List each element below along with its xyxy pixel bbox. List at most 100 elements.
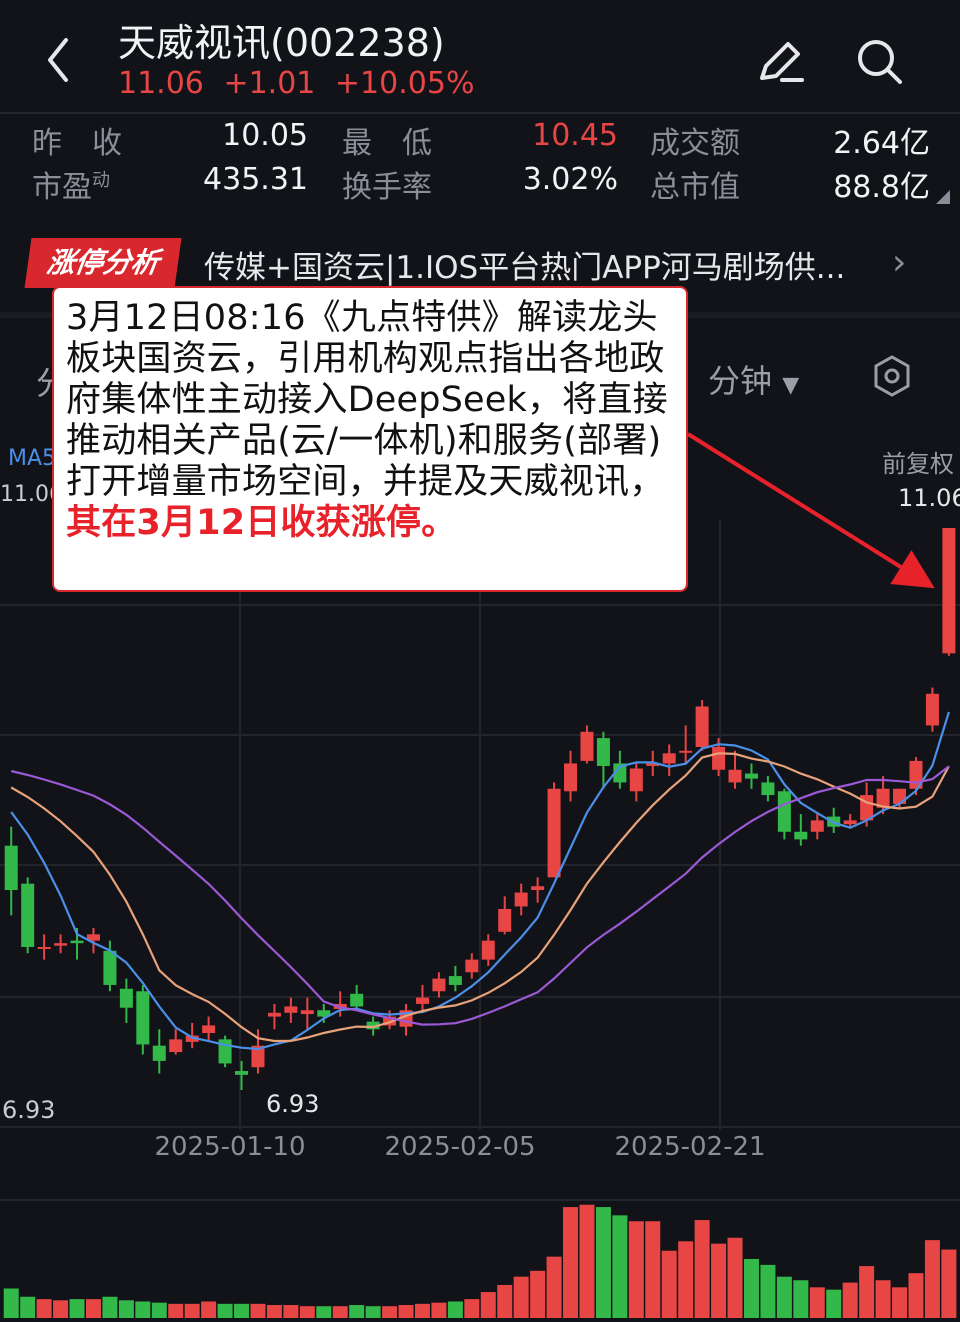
candle-body: [547, 788, 561, 878]
turnover-rate-value: 3.02%: [522, 162, 618, 197]
app-header: 天威视讯(002238) 11.06 +1.01 +10.05%: [0, 0, 960, 112]
volume-chart[interactable]: [0, 1160, 960, 1322]
candle-body: [629, 768, 643, 792]
candle-body: [136, 991, 150, 1045]
annotation-highlight: 其在3月12日收获涨停。: [66, 503, 457, 543]
volume-bar: [431, 1302, 447, 1318]
volume-bar: [711, 1243, 727, 1318]
volume-bar: [497, 1284, 513, 1318]
volume-bars: [3, 1204, 957, 1318]
volume-bar: [102, 1296, 118, 1318]
low-label: 最 低: [342, 126, 432, 161]
volume-bar: [941, 1249, 957, 1318]
volume-bar: [53, 1300, 69, 1318]
volume-bar: [628, 1221, 644, 1318]
candle-body: [284, 1006, 298, 1013]
candle-body: [54, 943, 68, 946]
minute-tab[interactable]: 分钟 ▼: [708, 356, 799, 402]
volume-bar: [826, 1289, 842, 1318]
candle-body: [531, 886, 545, 891]
minute-tab-label: 分钟: [708, 362, 773, 400]
volume-bar: [480, 1292, 496, 1318]
x-tick-label: 2025-02-05: [384, 1132, 535, 1160]
volume-bar: [579, 1204, 595, 1318]
back-button[interactable]: [38, 30, 82, 90]
volume-bar: [892, 1287, 908, 1318]
volume-bar: [678, 1241, 694, 1318]
ma-legend-label: MA5: [8, 446, 57, 471]
volume-bar: [332, 1306, 348, 1318]
volume-bar: [299, 1306, 315, 1318]
volume-bar: [793, 1280, 809, 1318]
volume-bar: [414, 1303, 430, 1318]
volume-bar: [36, 1299, 52, 1318]
volume-bar: [875, 1280, 891, 1318]
volume-bar: [513, 1276, 529, 1318]
candle-body: [695, 706, 709, 747]
volume-bar: [776, 1276, 792, 1318]
volume-bar: [168, 1303, 184, 1318]
chevron-right-icon: ›: [892, 242, 907, 283]
volume-bar: [908, 1273, 924, 1318]
expand-corner-icon[interactable]: [936, 190, 950, 204]
pe-label: 市盈动: [32, 162, 110, 206]
candle-body: [300, 1010, 314, 1015]
current-price: 11.06: [118, 66, 204, 101]
turnover-amount-label: 成交额: [650, 126, 740, 161]
volume-bar: [661, 1250, 677, 1318]
volume-bar: [595, 1207, 611, 1318]
pe-label-sup: 动: [92, 170, 110, 191]
volume-bar: [85, 1299, 101, 1318]
candle-body: [679, 750, 693, 753]
turnover-amount-value: 2.64亿: [833, 126, 930, 161]
candle-body: [415, 997, 429, 1004]
volume-bar: [69, 1299, 85, 1318]
candle-body: [169, 1039, 183, 1053]
price-change-pct: +10.05%: [334, 66, 475, 101]
x-tick-label: 2025-02-21: [614, 1132, 765, 1160]
volume-bar: [266, 1305, 282, 1318]
volume-bar: [234, 1303, 250, 1318]
search-button[interactable]: [852, 34, 908, 90]
candle-body: [794, 831, 808, 840]
turnover-rate-label: 换手率: [342, 170, 432, 205]
banner-text: 传媒+国资云|1.IOS平台热门APP河马剧场供...: [204, 250, 846, 286]
chart-grid: [0, 520, 960, 1130]
candle-body: [596, 738, 610, 766]
settings-button[interactable]: [872, 354, 912, 398]
volume-bar: [464, 1299, 480, 1318]
volume-bar: [135, 1301, 151, 1318]
low-point-label: 6.93: [266, 1090, 320, 1118]
volume-bar: [316, 1306, 332, 1318]
volume-bar: [727, 1237, 743, 1318]
volume-bar: [645, 1221, 661, 1318]
volume-bar: [151, 1302, 167, 1318]
volume-bar: [842, 1282, 858, 1318]
low-value: 10.45: [532, 118, 618, 153]
prev-close-label: 昨 收: [32, 126, 122, 161]
volume-bar: [398, 1305, 414, 1318]
caret-down-icon: ▼: [782, 373, 800, 398]
candle-body: [103, 950, 117, 985]
candle-body: [662, 753, 676, 764]
volume-bar: [447, 1301, 463, 1318]
candle-body: [761, 782, 775, 796]
x-axis-labels: 2025-01-10 2025-02-05 2025-02-21: [154, 1132, 765, 1160]
volume-bar: [694, 1220, 710, 1318]
candle-body: [728, 769, 742, 783]
volume-bar: [349, 1305, 365, 1318]
volume-bar: [283, 1305, 299, 1318]
price-change: +1.01: [223, 66, 316, 101]
candle-body: [4, 845, 18, 891]
hexagon-settings-icon: [874, 355, 910, 397]
candle-body: [448, 976, 462, 985]
candle-body: [432, 978, 446, 992]
candle-body: [70, 940, 84, 944]
volume-bar: [530, 1270, 546, 1318]
candle-body: [810, 820, 824, 832]
edit-button[interactable]: [752, 34, 808, 90]
candle-body: [202, 1025, 216, 1034]
candle-body: [21, 883, 35, 947]
candle-body: [777, 791, 791, 832]
volume-bar: [3, 1288, 19, 1318]
